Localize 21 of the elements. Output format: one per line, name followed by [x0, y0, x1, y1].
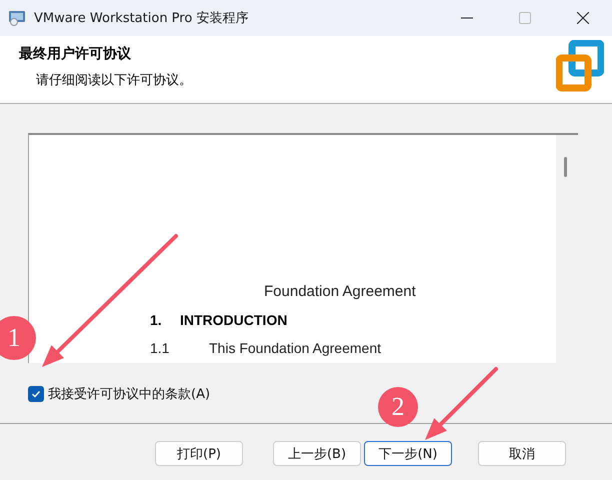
scroll-thumb[interactable]: [564, 157, 567, 177]
page-title: 最终用户许可协议: [19, 45, 132, 63]
page-subtitle: 请仔细阅读以下许可协议。: [36, 72, 193, 89]
dialog-button[interactable]: 取消: [478, 441, 566, 466]
clause-text: This Foundation Agreement: [209, 340, 381, 356]
close-icon: [577, 12, 589, 24]
accept-label: 我接受许可协议中的条款(A): [48, 386, 210, 403]
dialog-button[interactable]: 打印(P): [155, 441, 243, 466]
section-number: 1.: [150, 312, 163, 328]
installer-icon: [8, 10, 26, 26]
checkmark-icon: [31, 389, 41, 399]
maximize-icon: [519, 12, 531, 24]
accept-checkbox[interactable]: [28, 386, 44, 402]
window-title: VMware Workstation Pro 安装程序: [34, 10, 250, 27]
document-heading: Foundation Agreement: [264, 283, 417, 300]
clause-number: 1.1: [150, 340, 170, 356]
section-title: INTRODUCTION: [180, 312, 288, 328]
step-number-badge: 1: [0, 316, 36, 360]
dialog-button[interactable]: 上一步(B): [273, 441, 361, 466]
dialog-button[interactable]: 下一步(N): [364, 441, 452, 466]
step-number-badge: 2: [378, 387, 418, 427]
